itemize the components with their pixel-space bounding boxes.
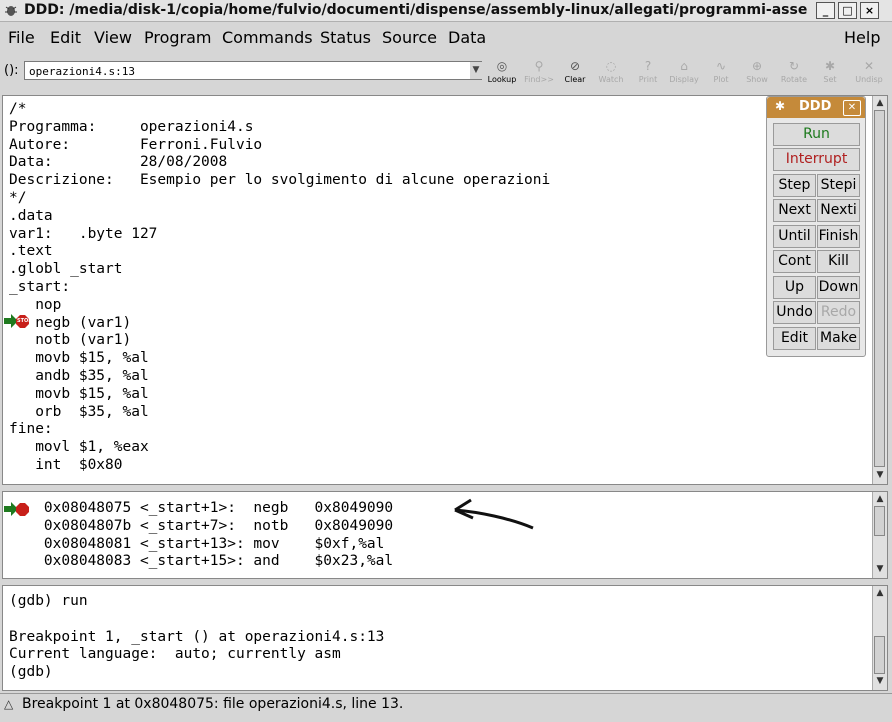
source-pane[interactable]: /* Programma: operazioni4.s Autore: Ferr… [2, 95, 888, 485]
scroll-up-icon[interactable]: ▲ [875, 98, 885, 108]
minimize-button[interactable]: _ [816, 2, 835, 19]
scroll-down-icon[interactable]: ▼ [875, 470, 885, 480]
command-tool: ✱ DDD ✕ Run Interrupt Step Stepi Next Ne… [766, 96, 866, 357]
edit-button[interactable]: Edit [773, 327, 816, 350]
watch-button[interactable]: ◌ Watch [593, 58, 629, 88]
window-titlebar[interactable]: DDD: /media/disk-1/copia/home/fulvio/doc… [0, 0, 892, 22]
status-triangle-icon[interactable]: △ [4, 697, 13, 711]
rotate-button[interactable]: ↻ Rotate [776, 58, 812, 88]
down-button[interactable]: Down [817, 276, 860, 299]
lookup-icon: ◎ [496, 59, 508, 73]
ddd-bug-icon [5, 6, 17, 16]
find-icon: ⚲ [534, 59, 544, 73]
menu-file[interactable]: File [8, 28, 35, 47]
clear-button[interactable]: ⊘ Clear [557, 58, 593, 88]
show-button[interactable]: ⊕ Show [739, 58, 775, 88]
lookup-button[interactable]: ◎ Lookup [484, 58, 520, 88]
finish-button[interactable]: Finish [817, 225, 860, 248]
argument-field[interactable]: operazioni4.s:13 [24, 61, 482, 80]
toolbar: (): operazioni4.s:13 ▼ ◎ Lookup ⚲ Find>>… [0, 56, 892, 90]
statusbar: △ Breakpoint 1 at 0x8048075: file operaz… [0, 693, 892, 716]
arg-label: (): [4, 63, 19, 78]
step-button[interactable]: Step [773, 174, 816, 197]
undo-button[interactable]: Undo [773, 301, 816, 324]
machine-code-scrollbar[interactable]: ▲ ▼ [872, 492, 887, 578]
status-message: Breakpoint 1 at 0x8048075: file operazio… [22, 696, 404, 712]
make-button[interactable]: Make [817, 327, 860, 350]
interrupt-button[interactable]: Interrupt [773, 148, 860, 171]
stepi-button[interactable]: Stepi [817, 174, 860, 197]
watch-icon: ◌ [605, 59, 617, 73]
gdb-console: (gdb) run Breakpoint 1, _start () at ope… [9, 593, 385, 681]
scroll-thumb[interactable] [874, 110, 885, 467]
menu-commands[interactable]: Commands [222, 28, 313, 47]
find-button[interactable]: ⚲ Find>> [521, 58, 557, 88]
rotate-icon: ↻ [788, 59, 800, 73]
plot-button[interactable]: ∿ Plot [703, 58, 739, 88]
execution-arrow-icon [4, 502, 29, 516]
undisp-icon: ✕ [863, 59, 875, 73]
until-button[interactable]: Until [773, 225, 816, 248]
source-scrollbar[interactable]: ▲ ▼ [872, 96, 887, 484]
menu-edit[interactable]: Edit [50, 28, 81, 47]
menubar: File Edit View Program Commands Status S… [0, 24, 892, 50]
display-button[interactable]: ⌂ Display [666, 58, 702, 88]
window-title: DDD: /media/disk-1/copia/home/fulvio/doc… [24, 2, 808, 18]
menu-view[interactable]: View [94, 28, 132, 47]
close-button[interactable]: × [860, 2, 879, 19]
clear-icon: ⊘ [569, 59, 581, 73]
scroll-down-icon[interactable]: ▼ [875, 564, 885, 574]
menu-help[interactable]: Help [844, 28, 880, 47]
machine-code-pane[interactable]: 0x08048075 <_start+1>: negb 0x8049090 0x… [2, 491, 888, 579]
plot-icon: ∿ [715, 59, 727, 73]
argument-dropdown-icon[interactable]: ▼ [470, 62, 482, 79]
nexti-button[interactable]: Nexti [817, 199, 860, 222]
print-icon: ? [644, 59, 652, 73]
maximize-button[interactable]: □ [838, 2, 857, 19]
menu-data[interactable]: Data [448, 28, 486, 47]
run-button[interactable]: Run [773, 123, 860, 146]
set-icon: ✱ [824, 59, 836, 73]
gdb-console-pane[interactable]: (gdb) run Breakpoint 1, _start () at ope… [2, 585, 888, 691]
scroll-down-icon[interactable]: ▼ [875, 676, 885, 686]
console-scrollbar[interactable]: ▲ ▼ [872, 586, 887, 690]
scroll-up-icon[interactable]: ▲ [875, 494, 885, 504]
kill-button[interactable]: Kill [817, 250, 860, 273]
scroll-up-icon[interactable]: ▲ [875, 588, 885, 598]
cont-button[interactable]: Cont [773, 250, 816, 273]
show-icon: ⊕ [751, 59, 763, 73]
machine-code: 0x08048075 <_start+1>: negb 0x8049090 0x… [43, 500, 394, 570]
close-icon[interactable]: ✕ [843, 100, 861, 116]
redo-button[interactable]: Redo [817, 301, 860, 324]
display-icon: ⌂ [680, 59, 688, 73]
set-button[interactable]: ✱ Set [812, 58, 848, 88]
print-button[interactable]: ? Print [630, 58, 666, 88]
menu-program[interactable]: Program [144, 28, 212, 47]
stop-sign-label: STOP [17, 318, 32, 324]
command-tool-title: DDD [799, 99, 832, 114]
menu-source[interactable]: Source [382, 28, 437, 47]
source-code: /* Programma: operazioni4.s Autore: Ferr… [9, 101, 551, 473]
menu-status[interactable]: Status [320, 28, 371, 47]
scroll-thumb[interactable] [874, 636, 885, 674]
command-tool-header[interactable]: ✱ DDD ✕ [767, 97, 865, 118]
hand-drawn-arrow-icon [454, 498, 534, 530]
undisp-button[interactable]: ✕ Undisp [850, 58, 888, 88]
scroll-thumb[interactable] [874, 506, 885, 536]
next-button[interactable]: Next [773, 199, 816, 222]
up-button[interactable]: Up [773, 276, 816, 299]
ddd-bug-icon: ✱ [775, 99, 786, 113]
